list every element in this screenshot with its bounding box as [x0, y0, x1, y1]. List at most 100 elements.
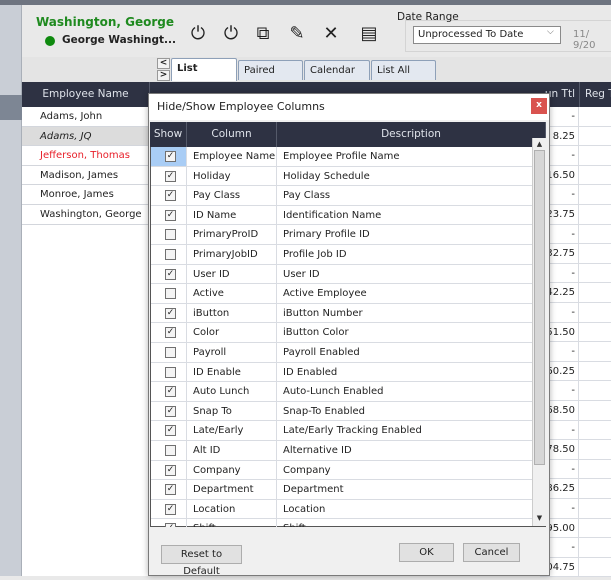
column-name: ID Enable [187, 362, 277, 382]
column-description: Company [283, 464, 331, 476]
column-description: Late/Early Tracking Enabled [283, 425, 422, 437]
column-name: Color [187, 323, 277, 343]
show-checkbox[interactable]: ✓ [165, 503, 176, 515]
show-checkbox[interactable]: ✓ [165, 386, 176, 398]
column-row[interactable]: ✓ Company Company [151, 460, 532, 481]
show-cell: ✓ [151, 303, 187, 323]
reset-to-default-button[interactable]: Reset to Default [161, 545, 242, 577]
column-name: Alt ID [187, 441, 277, 460]
column-description: Snap-To Enabled [283, 405, 365, 417]
show-checkbox[interactable]: ✓ [165, 425, 176, 437]
column-description: Identification Name [283, 209, 382, 221]
ok-button[interactable]: OK [399, 543, 454, 562]
show-cell [151, 225, 187, 245]
column-name: Holiday [187, 166, 277, 186]
column-name: ID Name [187, 205, 277, 225]
show-checkbox[interactable]: ✓ [165, 268, 176, 280]
column-row[interactable]: ✓ iButton iButton Number [151, 303, 532, 324]
show-checkbox[interactable]: ✓ [165, 523, 176, 527]
column-description: iButton Number [283, 307, 363, 319]
column-row[interactable]: ✓ Color iButton Color [151, 323, 532, 343]
show-checkbox[interactable] [165, 347, 176, 358]
column-description: Holiday Schedule [283, 170, 370, 182]
column-row[interactable]: ✓ Department Department [151, 480, 532, 500]
column-description: Employee Profile Name [283, 151, 400, 162]
column-description: Department [283, 484, 344, 496]
show-cell: ✓ [151, 205, 187, 225]
show-cell: ✓ [151, 519, 187, 527]
column-row[interactable]: ✓ Late/Early Late/Early Tracking Enabled [151, 421, 532, 441]
show-checkbox[interactable]: ✓ [165, 209, 176, 221]
column-name: Employee Name [187, 147, 277, 166]
column-description: iButton Color [283, 327, 349, 339]
column-description: Payroll Enabled [283, 347, 360, 358]
column-name: Active [187, 284, 277, 304]
column-name: Auto Lunch [187, 382, 277, 402]
show-cell: ✓ [151, 382, 187, 402]
column-description: ID Enabled [283, 366, 338, 378]
show-cell [151, 441, 187, 460]
column-row[interactable]: ✓ Snap To Snap-To Enabled [151, 401, 532, 422]
show-checkbox[interactable]: ✓ [165, 170, 176, 182]
show-checkbox[interactable]: ✓ [165, 405, 176, 417]
show-cell: ✓ [151, 421, 187, 441]
column-name: User ID [187, 264, 277, 284]
show-checkbox[interactable]: ✓ [165, 307, 176, 319]
show-cell: ✓ [151, 264, 187, 284]
show-checkbox[interactable] [165, 288, 176, 300]
column-name: Location [187, 499, 277, 519]
show-checkbox[interactable]: ✓ [165, 190, 176, 202]
scrollbar-thumb[interactable] [534, 150, 545, 465]
column-description: Profile Job ID [283, 249, 347, 260]
column-description: Shift [277, 519, 532, 527]
column-name: Company [187, 460, 277, 480]
column-name: Department [187, 480, 277, 500]
column-row[interactable]: ✓ ShiftShift [151, 519, 532, 527]
column-name: Shift [187, 519, 277, 527]
column-description: Pay Class [283, 190, 331, 202]
column-row[interactable]: Payroll Payroll Enabled [151, 343, 532, 363]
column-row[interactable]: Alt ID Alternative ID [151, 441, 532, 461]
column-name: Pay Class [187, 186, 277, 206]
reg-cell [579, 558, 611, 578]
column-row[interactable]: PrimaryProID Primary Profile ID [151, 225, 532, 245]
column-description: User ID [283, 268, 320, 280]
show-cell: ✓ [151, 480, 187, 500]
column-name: PrimaryJobID [187, 245, 277, 264]
show-cell: ✓ [151, 166, 187, 186]
show-cell [151, 284, 187, 304]
column-description: Primary Profile ID [283, 229, 370, 241]
show-cell: ✓ [151, 401, 187, 421]
column-row[interactable]: ✓ Holiday Holiday Schedule [151, 166, 532, 187]
show-checkbox[interactable]: ✓ [165, 151, 176, 162]
column-row[interactable]: PrimaryJobID Profile Job ID [151, 245, 532, 265]
scroll-down-icon[interactable]: ▼ [534, 514, 545, 524]
column-description: Alternative ID [283, 445, 352, 456]
column-row[interactable]: ✓ Employee Name Employee Profile Name [151, 147, 532, 167]
column-row[interactable]: ✓ Pay Class Pay Class [151, 186, 532, 206]
show-checkbox[interactable] [165, 445, 176, 456]
column-name: Payroll [187, 343, 277, 362]
column-row[interactable]: ID Enable ID Enabled [151, 362, 532, 383]
column-row[interactable]: ✓ Auto Lunch Auto-Lunch Enabled [151, 382, 532, 402]
show-cell: ✓ [151, 186, 187, 206]
show-cell: ✓ [151, 460, 187, 480]
show-checkbox[interactable] [165, 366, 176, 378]
cancel-button[interactable]: Cancel [463, 543, 520, 562]
show-checkbox[interactable]: ✓ [165, 464, 176, 476]
scroll-up-icon[interactable]: ▲ [534, 140, 545, 150]
show-checkbox[interactable] [165, 229, 176, 241]
show-cell: ✓ [151, 499, 187, 519]
column-name: iButton [187, 303, 277, 323]
column-name: Snap To [187, 401, 277, 421]
column-name: Late/Early [187, 421, 277, 441]
show-checkbox[interactable] [165, 249, 176, 260]
show-checkbox[interactable]: ✓ [165, 327, 176, 339]
show-checkbox[interactable]: ✓ [165, 484, 176, 496]
column-row[interactable]: Active Active Employee [151, 284, 532, 304]
column-row[interactable]: ✓ ID Name Identification Name [151, 205, 532, 226]
reg-cell [579, 538, 611, 558]
column-row[interactable]: ✓ User ID User ID [151, 264, 532, 285]
show-cell [151, 362, 187, 382]
column-row[interactable]: ✓ Location Location [151, 499, 532, 520]
